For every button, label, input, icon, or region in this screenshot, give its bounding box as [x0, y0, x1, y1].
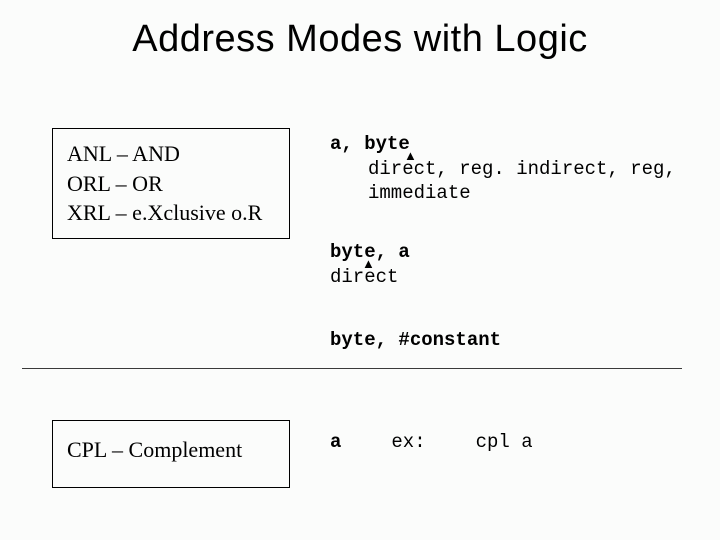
cpl-example: a ex: cpl a — [330, 430, 533, 455]
cpl-a: a — [330, 431, 341, 453]
cpl-box: CPL – Complement — [52, 420, 290, 488]
logic-ops-box: ANL – AND ORL – OR XRL – e.Xclusive o.R — [52, 128, 290, 239]
xrl-line: XRL – e.Xclusive o.R — [67, 198, 275, 228]
mode-a-byte-body: direct, reg. indirect, reg, immediate — [330, 157, 720, 206]
anl-line: ANL – AND — [67, 139, 275, 169]
cpl-ex-code: cpl a — [476, 431, 533, 453]
mode-a-byte: a, byte direct, reg. indirect, reg, imme… — [330, 132, 720, 206]
up-arrow-icon: ▲ — [362, 256, 375, 272]
up-arrow-icon: ▲ — [404, 148, 417, 164]
mode-byte-const: byte, #constant — [330, 328, 501, 353]
cpl-line: CPL – Complement — [67, 435, 275, 465]
slide-title: Address Modes with Logic — [0, 0, 720, 61]
cpl-ex-label: ex: — [391, 431, 425, 453]
orl-line: ORL – OR — [67, 169, 275, 199]
mode-a-byte-head: a, byte — [330, 133, 410, 155]
divider-line — [22, 368, 682, 369]
